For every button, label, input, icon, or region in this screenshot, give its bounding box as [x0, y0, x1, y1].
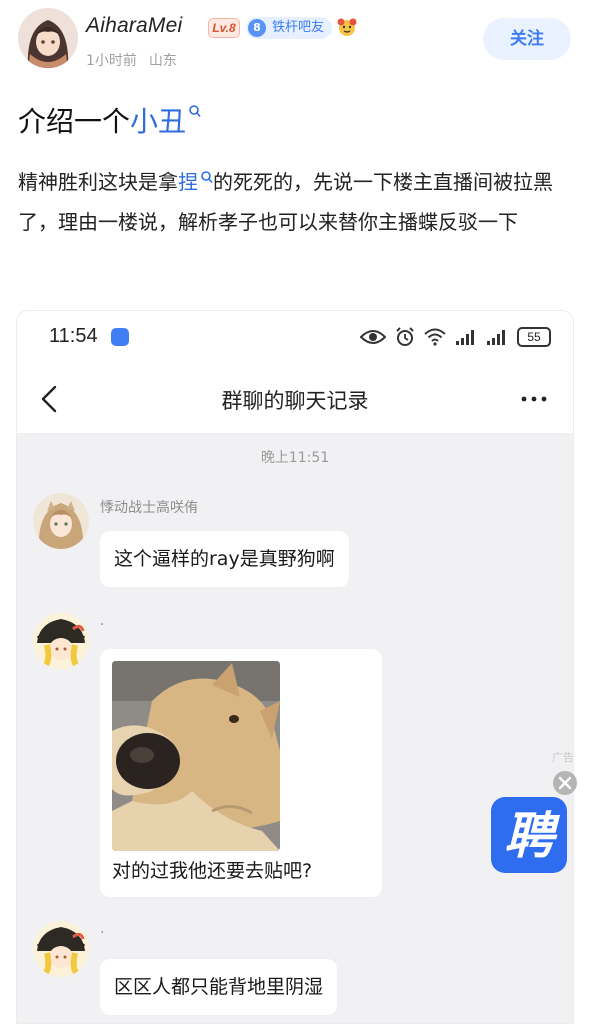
chat-avatar[interactable]: [33, 921, 89, 977]
author-username[interactable]: AiharaMei: [86, 14, 182, 38]
post-title: 介绍一个小丑: [18, 100, 201, 140]
chat-avatar[interactable]: [33, 493, 89, 549]
date-separator: 晚上11:51: [260, 450, 330, 466]
title-keyword-link[interactable]: 小丑: [130, 105, 186, 138]
message-sender: ·: [100, 617, 105, 633]
fan-badge: 8 铁杆吧友: [246, 17, 332, 39]
emoji-badge-icon: [337, 18, 357, 36]
image-message-bubble[interactable]: 对的过我他还要去贴吧?: [100, 649, 382, 897]
signal-icon: [456, 330, 474, 345]
ad-logo-text: 聘: [504, 807, 561, 865]
follow-button[interactable]: 关注: [483, 18, 571, 60]
message-sender: ·: [100, 925, 105, 941]
post-meta: 1小时前 山东: [86, 50, 177, 70]
embedded-screenshot[interactable]: 11:54 55 群聊的聊天记录 晚上11:51 悸动战士高咲侑 这个逼样的ra…: [16, 310, 574, 1024]
close-icon: [558, 776, 572, 790]
wifi-icon: [424, 328, 446, 346]
search-keyword-icon[interactable]: [188, 104, 201, 120]
ad-close-button[interactable]: [553, 771, 577, 795]
fan-badge-label: 铁杆吧友: [272, 20, 325, 35]
signal-icon: [487, 330, 505, 345]
level-badge: Lv.8: [208, 18, 240, 38]
message-bubble[interactable]: 区区人都只能背地里阴湿: [100, 959, 338, 1015]
author-avatar[interactable]: [18, 8, 78, 68]
fan-level-number: 8: [248, 19, 266, 37]
ad-app-logo[interactable]: 聘: [491, 797, 567, 873]
battery-icon: 55: [517, 327, 551, 347]
chat-navbar: 群聊的聊天记录: [17, 367, 573, 433]
post-body: 精神胜利这块是拿捏 的死死的，先说一下楼主直播间被拉黑了，理由一楼说，解析孝子也可…: [18, 162, 576, 242]
post-header: AiharaMei Lv.8 8 铁杆吧友 1小时前 山东 关注: [0, 0, 590, 80]
image-caption: 对的过我他还要去贴吧?: [112, 860, 313, 882]
alarm-icon: [396, 327, 414, 346]
post-location: 山东: [148, 53, 177, 69]
search-keyword-icon[interactable]: [200, 170, 213, 186]
system-icons: 55: [360, 326, 551, 348]
chat-avatar[interactable]: [33, 613, 89, 669]
phone-status-bar: 11:54 55: [17, 311, 573, 367]
eye-icon: [360, 330, 386, 344]
message-sender: 悸动战士高咲侑: [100, 500, 198, 516]
post-time: 1小时前: [86, 53, 137, 69]
dog-photo[interactable]: [112, 661, 280, 851]
body-keyword-link[interactable]: 捏: [178, 170, 198, 194]
ad-label: 广告: [552, 751, 574, 764]
chat-title: 群聊的聊天记录: [221, 389, 369, 413]
message-bubble[interactable]: 这个逼样的ray是真野狗啊: [100, 531, 349, 587]
post-body-part1: 精神胜利这块是拿: [18, 170, 178, 194]
more-icon[interactable]: [519, 389, 549, 409]
status-time: 11:54: [49, 325, 98, 347]
app-notification-icon: [111, 328, 129, 346]
post-title-prefix: 介绍一个: [18, 105, 131, 138]
